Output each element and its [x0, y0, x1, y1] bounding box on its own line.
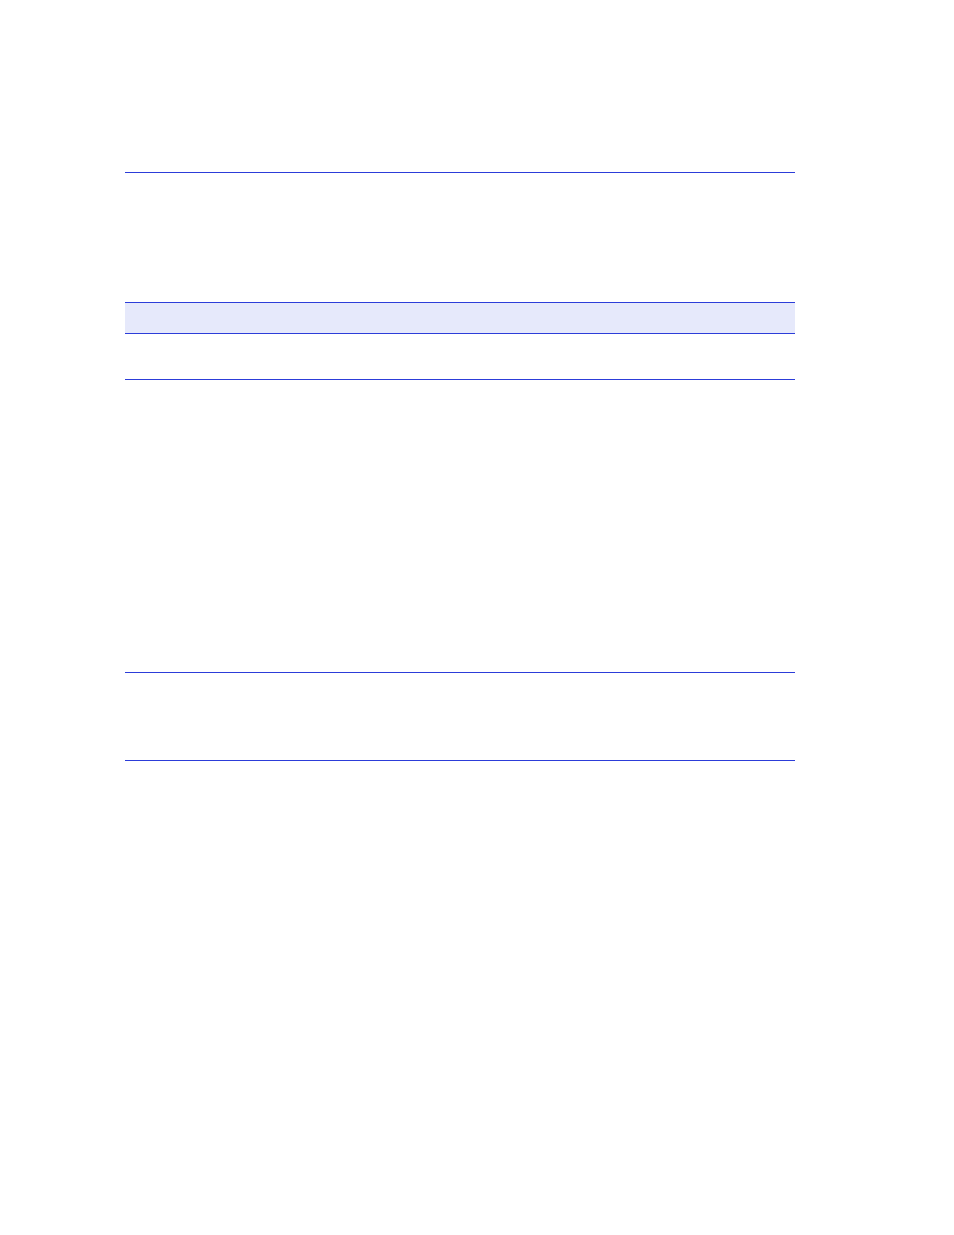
horizontal-rule [125, 379, 795, 380]
highlight-band [125, 302, 795, 334]
horizontal-rule [125, 760, 795, 761]
document-page [0, 0, 954, 1235]
horizontal-rule [125, 672, 795, 673]
horizontal-rule [125, 172, 795, 173]
